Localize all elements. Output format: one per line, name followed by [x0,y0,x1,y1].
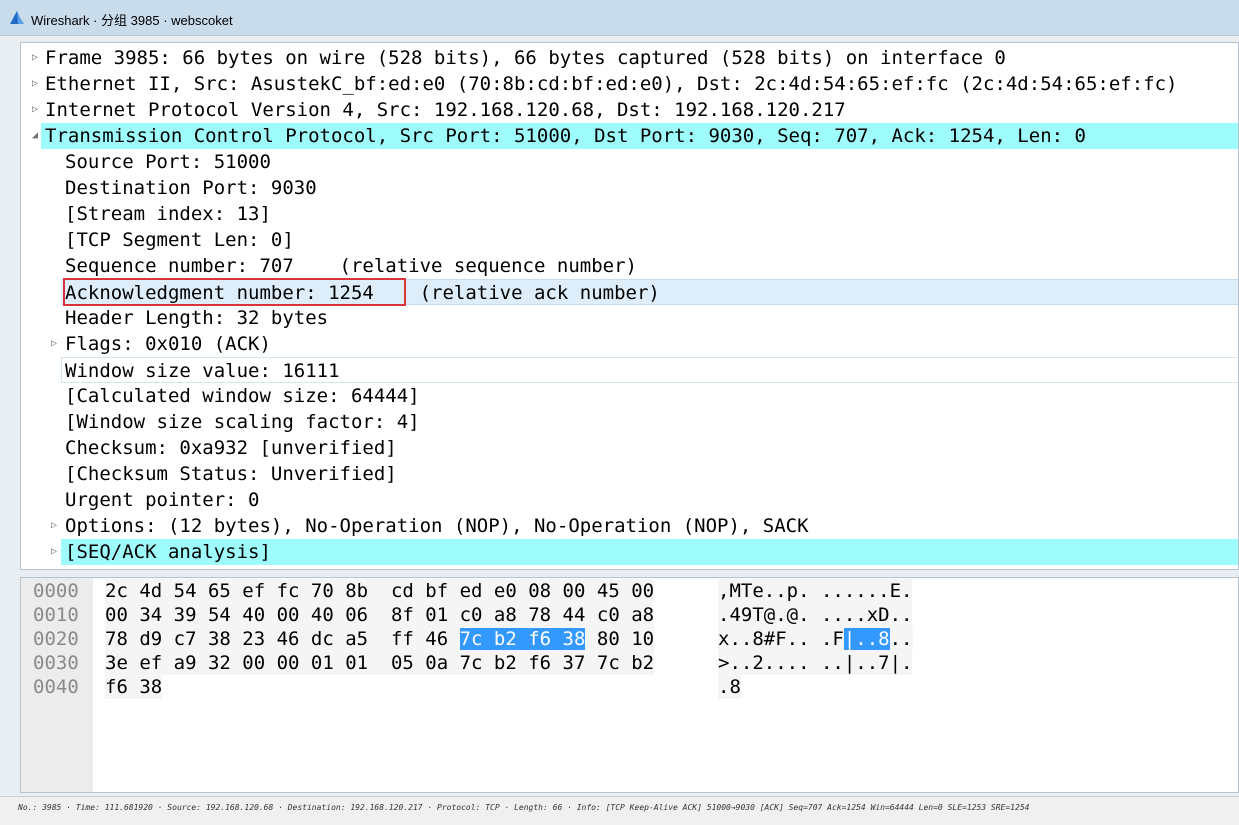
title-bar[interactable]: Wireshark · 分组 3985 · webscoket [0,0,1239,36]
expand-arrow-icon[interactable]: ▷ [29,71,41,97]
tree-row-sequence-number[interactable]: Sequence number: 707 (relative sequence … [21,253,1238,279]
tree-row-flags[interactable]: ▷ Flags: 0x010 (ACK) [21,331,1238,357]
ascii-selection[interactable]: |..8 [843,628,890,650]
tree-row-segment-len[interactable]: [TCP Segment Len: 0] [21,227,1238,253]
hex-bytes[interactable]: 2c 4d 54 65 ef fc 70 8b cd bf ed e0 08 0… [105,579,655,603]
tree-row-tcp[interactable]: ◢ Transmission Control Protocol, Src Por… [32,123,1238,149]
tree-row-label: Internet Protocol Version 4, Src: 192.16… [45,99,846,121]
pane-splitter[interactable] [20,570,1239,577]
ascii-bytes[interactable]: x..8#F.. .F|..8.. [718,627,913,651]
hex-bytes[interactable]: 78 d9 c7 38 23 46 dc a5 ff 46 7c b2 f6 3… [105,627,655,651]
expand-arrow-icon[interactable]: ▷ [48,539,60,565]
hex-selection[interactable]: 7c b2 f6 38 [459,628,586,650]
tree-row-label: [Stream index: 13] [65,203,271,225]
packet-bytes-pane[interactable]: 0000 2c 4d 54 65 ef fc 70 8b cd bf ed e0… [20,577,1239,793]
tree-row-stream-index[interactable]: [Stream index: 13] [21,201,1238,227]
tree-row-options[interactable]: ▷ Options: (12 bytes), No-Operation (NOP… [21,513,1238,539]
tree-row-label: Flags: 0x010 (ACK) [65,333,271,355]
packet-details-pane[interactable]: ▷ Frame 3985: 66 bytes on wire (528 bits… [20,42,1239,570]
tree-row-window-scaling[interactable]: [Window size scaling factor: 4] [21,409,1238,435]
ascii-bytes[interactable]: ,MTe..p. ......E. [718,579,913,603]
ascii-text: .49T@.@. ....xD.. [718,604,913,626]
tree-row-ipv4[interactable]: ▷ Internet Protocol Version 4, Src: 192.… [21,97,1238,123]
tree-row-label: Frame 3985: 66 bytes on wire (528 bits),… [45,47,1006,69]
ascii-text: .8 [718,676,741,698]
byte-offset: 0040 [33,676,79,698]
byte-offset: 0030 [33,652,79,674]
tree-row-seq-ack-analysis[interactable]: ▷ [SEQ/ACK analysis] [48,539,1238,565]
expand-arrow-icon[interactable]: ▷ [48,331,60,357]
hex-bytes[interactable]: 3e ef a9 32 00 00 01 01 05 0a 7c b2 f6 3… [105,651,655,675]
tree-row-label: [Window size scaling factor: 4] [65,411,420,433]
expand-arrow-icon[interactable]: ▷ [48,513,60,539]
hex-text: 80 10 [585,628,655,650]
ascii-text: .. [889,628,913,650]
tree-row-label: Source Port: 51000 [65,151,271,173]
hex-text: 78 d9 c7 38 23 46 dc a5 ff 46 [105,628,460,650]
tree-row-label: Header Length: 32 bytes [65,307,329,329]
tree-row-window-size[interactable]: Window size value: 16111 [61,357,1238,383]
tree-row-label: Transmission Control Protocol, Src Port:… [45,125,1086,147]
byte-offset: 0000 [33,580,79,602]
ascii-bytes[interactable]: >..2.... ..|..7|. [718,651,913,675]
ascii-text: ,MTe..p. ......E. [718,580,913,602]
byte-offset: 0010 [33,604,79,626]
tree-row-header-length[interactable]: Header Length: 32 bytes [21,305,1238,331]
hex-text: f6 38 [105,676,163,698]
tree-row-label: [Calculated window size: 64444] [65,385,420,407]
tree-row-label: [Checksum Status: Unverified] [65,463,397,485]
status-text: No.: 3985 · Time: 111.681920 · Source: 1… [18,803,1030,812]
byte-offset: 0020 [33,628,79,650]
ascii-text: x..8#F.. .F [718,628,844,650]
annotation-box [63,278,406,306]
expand-arrow-icon[interactable]: ▷ [29,45,41,71]
hex-bytes[interactable]: f6 38 [105,675,163,699]
status-bar: No.: 3985 · Time: 111.681920 · Source: 1… [0,796,1239,825]
expand-arrow-icon[interactable]: ▷ [29,97,41,123]
tree-row-label: Sequence number: 707 (relative sequence … [65,255,637,277]
tree-row-source-port[interactable]: Source Port: 51000 [21,149,1238,175]
collapse-arrow-icon[interactable]: ◢ [29,123,41,149]
hex-text: 3e ef a9 32 00 00 01 01 05 0a 7c b2 f6 3… [105,652,655,674]
tree-row-label: Options: (12 bytes), No-Operation (NOP),… [65,515,809,537]
wireshark-logo-icon [10,11,24,24]
tree-row-checksum[interactable]: Checksum: 0xa932 [unverified] [21,435,1238,461]
tree-row-frame[interactable]: ▷ Frame 3985: 66 bytes on wire (528 bits… [21,45,1238,71]
tree-row-label: [SEQ/ACK analysis] [65,541,271,563]
tree-row-label: Urgent pointer: 0 [65,489,260,511]
tree-row-label: Window size value: 16111 [65,360,340,382]
ascii-text: >..2.... ..|..7|. [718,652,913,674]
hex-text: 2c 4d 54 65 ef fc 70 8b cd bf ed e0 08 0… [105,580,655,602]
tree-row-checksum-status[interactable]: [Checksum Status: Unverified] [21,461,1238,487]
tree-row-label: Destination Port: 9030 [65,177,317,199]
tree-row-urgent-pointer[interactable]: Urgent pointer: 0 [21,487,1238,513]
ascii-bytes[interactable]: .49T@.@. ....xD.. [718,603,913,627]
tree-row-calculated-window[interactable]: [Calculated window size: 64444] [21,383,1238,409]
window-title: Wireshark · 分组 3985 · webscoket [31,13,233,28]
ascii-bytes[interactable]: .8 [718,675,741,699]
tree-row-label: Checksum: 0xa932 [unverified] [65,437,397,459]
tree-row-label: Ethernet II, Src: AsustekC_bf:ed:e0 (70:… [45,73,1178,95]
tree-row-label: [TCP Segment Len: 0] [65,229,294,251]
hex-bytes[interactable]: 00 34 39 54 40 00 40 06 8f 01 c0 a8 78 4… [105,603,655,627]
tree-row-ethernet[interactable]: ▷ Ethernet II, Src: AsustekC_bf:ed:e0 (7… [21,71,1238,97]
hex-text: 00 34 39 54 40 00 40 06 8f 01 c0 a8 78 4… [105,604,655,626]
tree-row-destination-port[interactable]: Destination Port: 9030 [21,175,1238,201]
